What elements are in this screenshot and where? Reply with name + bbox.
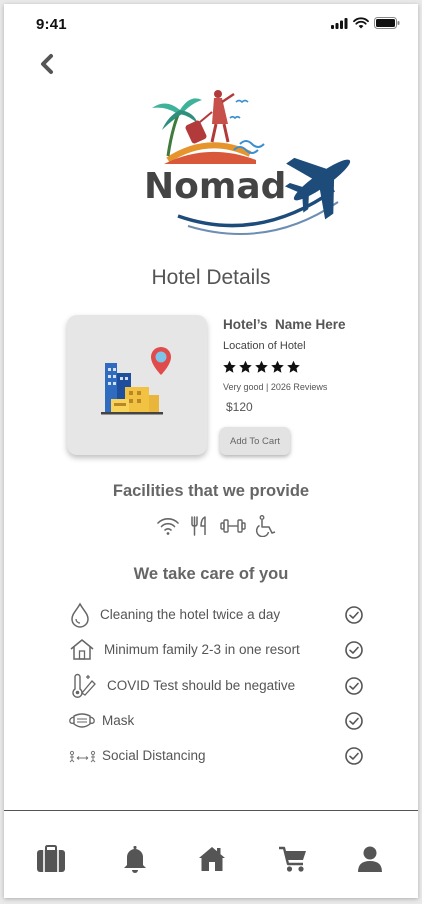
phone-screen: 9:41 Nomad Hotel Details Hotel’s Name He… [4,4,418,898]
back-button[interactable] [34,48,64,78]
bottom-tab-bar [4,811,418,898]
wheelchair-icon [255,515,276,537]
restaurant-icon [191,516,206,536]
check-circle-icon [345,712,363,730]
nomad-logo: Nomad [138,84,364,244]
tab-home[interactable] [196,843,228,875]
add-to-cart-button[interactable]: Add To Cart [220,427,290,455]
price: $120 [226,400,253,414]
care-item-label: Cleaning the hotel twice a day [100,607,281,622]
user-icon [358,846,382,872]
care-item-label: Minimum family 2-3 in one resort [104,642,300,657]
tab-notifications[interactable] [119,843,151,875]
star-icon [287,360,300,373]
care-item: Minimum family 2-3 in one resort [66,635,366,665]
hotel-thumbnail[interactable] [67,315,207,455]
facilities-heading: Facilities that we provide [112,482,310,500]
bell-icon [124,846,146,873]
star-rating [222,360,301,374]
care-item: COVID Test should be negative [66,671,366,701]
care-item: Mask [66,706,366,736]
tab-cart[interactable] [277,843,309,875]
wifi-status-icon [353,17,369,29]
status-icons [331,17,400,29]
wifi-icon [157,518,179,535]
care-item: Cleaning the hotel twice a day [66,600,366,630]
battery-icon [374,17,400,29]
home-icon [199,847,225,871]
tab-profile[interactable] [354,843,386,875]
mask-icon [69,713,95,728]
house-icon [70,639,94,660]
chevron-left-icon [41,54,53,74]
signal-icon [331,17,348,29]
water-drop-icon [71,602,89,628]
cart-icon [279,846,306,872]
check-circle-icon [345,747,363,765]
check-circle-icon [345,677,363,695]
hotel-building-icon [101,347,171,415]
distancing-icon [69,750,96,763]
tab-trips[interactable] [35,843,67,875]
page-title: Hotel Details [151,266,271,289]
star-icon [271,360,284,373]
care-item-label: COVID Test should be negative [107,678,296,693]
care-item-label: Mask [102,713,135,728]
star-icon [255,360,268,373]
star-icon [223,360,236,373]
hotel-name: Hotel’s Name Here [223,317,346,332]
check-circle-icon [345,641,363,659]
care-item-label: Social Distancing [102,748,206,763]
care-item: Social Distancing [66,741,366,771]
facilities-icons [156,515,277,537]
briefcase-icon [37,845,65,872]
check-circle-icon [345,606,363,624]
thermometer-icon [72,673,96,698]
status-time: 9:41 [36,16,67,33]
gym-icon [220,519,246,533]
rating-text: Very good | 2026 Reviews [223,382,328,392]
logo-wordmark: Nomad [144,166,286,207]
star-icon [239,360,252,373]
hotel-location: Location of Hotel [223,340,306,352]
status-bar: 9:41 [4,4,418,44]
care-heading: We take care of you [133,565,289,583]
